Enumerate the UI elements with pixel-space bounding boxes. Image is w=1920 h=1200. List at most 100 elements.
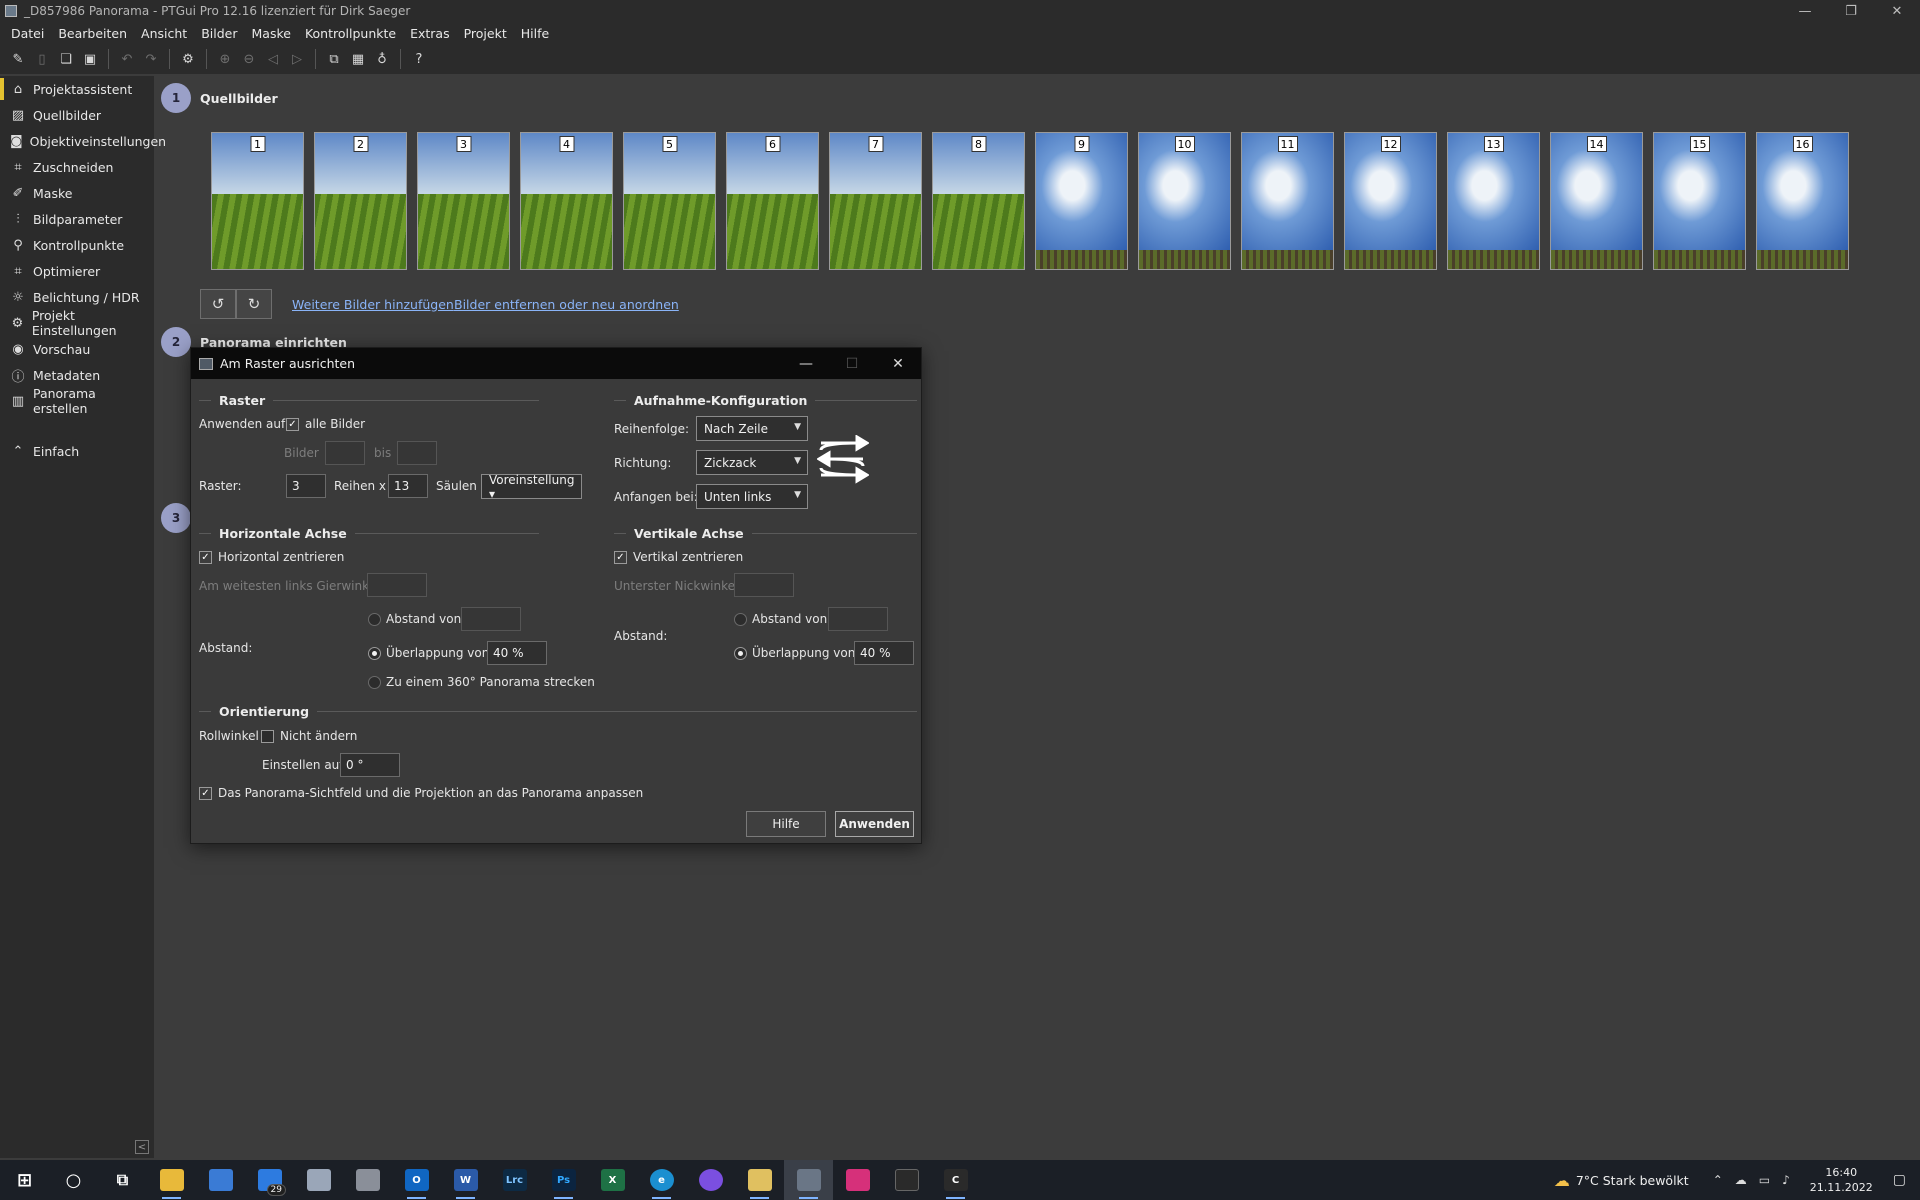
zoom-out-icon[interactable]: ⊖ — [237, 47, 261, 71]
thumbnail[interactable]: 2 — [314, 132, 407, 270]
thumbnail[interactable]: 15 — [1653, 132, 1746, 270]
vertical-overlap-radio[interactable] — [734, 647, 747, 660]
vertical-distance-radio[interactable] — [734, 613, 747, 626]
close-button[interactable]: ✕ — [1874, 0, 1920, 22]
images-to-input[interactable] — [397, 441, 437, 465]
no-change-checkbox[interactable] — [261, 730, 274, 743]
thumbnail[interactable]: 5 — [623, 132, 716, 270]
rotate-right-button[interactable]: ↻ — [236, 289, 272, 319]
zoom-in-icon[interactable]: ⊕ — [213, 47, 237, 71]
remove-reorder-images-link[interactable]: Bilder entfernen oder neu anordnen — [454, 297, 679, 312]
taskbar-app-photoshop[interactable]: Ps — [539, 1160, 588, 1200]
horizontal-distance-radio[interactable] — [368, 613, 381, 626]
thumbnail[interactable]: 14 — [1550, 132, 1643, 270]
new-document-icon[interactable]: ▯ — [30, 47, 54, 71]
thumbnail[interactable]: 9 — [1035, 132, 1128, 270]
thumbnail[interactable]: 11 — [1241, 132, 1334, 270]
taskbar-app-messenger[interactable] — [686, 1160, 735, 1200]
thumbnail[interactable]: 16 — [1756, 132, 1849, 270]
horizontal-overlap-radio[interactable] — [368, 647, 381, 660]
thumbnail[interactable]: 13 — [1447, 132, 1540, 270]
sidebar-item-kontrollpunkte[interactable]: ⚲ Kontrollpunkte — [0, 232, 154, 258]
save-icon[interactable]: ▣ — [78, 47, 102, 71]
undo-icon[interactable]: ↶ — [115, 47, 139, 71]
taskbar-app-word[interactable]: W — [441, 1160, 490, 1200]
sidebar-item-einfach[interactable]: ⌃ Einfach — [0, 438, 154, 464]
menu-ansicht[interactable]: Ansicht — [134, 26, 194, 41]
thumbnail[interactable]: 3 — [417, 132, 510, 270]
taskbar-app[interactable]: C — [931, 1160, 980, 1200]
sidebar-item-panorama-erstellen[interactable]: ▥ Panorama erstellen — [0, 386, 154, 416]
weather-widget[interactable]: ☁ 7°C Stark bewölkt — [1554, 1171, 1689, 1190]
columns-input[interactable]: 13 — [388, 474, 428, 498]
sidebar-item-bildparameter[interactable]: ⫶ Bildparameter — [0, 206, 154, 232]
thumbnail[interactable]: 1 — [211, 132, 304, 270]
apply-button[interactable]: Anwenden — [835, 811, 914, 837]
search-button[interactable]: ○ — [49, 1160, 98, 1200]
thumbnail[interactable]: 12 — [1344, 132, 1437, 270]
thumbnail[interactable]: 4 — [520, 132, 613, 270]
cloud-icon[interactable]: ☁ — [1735, 1173, 1747, 1187]
thumbnail[interactable]: 7 — [829, 132, 922, 270]
order-dropdown[interactable]: Nach Zeile ▼ — [696, 416, 808, 441]
add-images-link[interactable]: Weitere Bilder hinzufügen — [292, 297, 454, 312]
vertical-center-checkbox[interactable]: ✓ — [614, 551, 627, 564]
thumbnail[interactable]: 6 — [726, 132, 819, 270]
menu-extras[interactable]: Extras — [403, 26, 457, 41]
taskbar-app-excel[interactable]: X — [588, 1160, 637, 1200]
stretch-360-radio[interactable] — [368, 676, 381, 689]
menu-kontrollpunkte[interactable]: Kontrollpunkte — [298, 26, 403, 41]
task-view-button[interactable]: ⧉ — [98, 1160, 147, 1200]
taskbar-app[interactable] — [735, 1160, 784, 1200]
next-icon[interactable]: ▷ — [285, 47, 309, 71]
minimize-button[interactable]: — — [1782, 0, 1828, 22]
menu-projekt[interactable]: Projekt — [457, 26, 514, 41]
vertical-distance-input[interactable] — [828, 607, 888, 631]
direction-dropdown[interactable]: Zickzack ▼ — [696, 450, 808, 475]
sidebar-item-quellbilder[interactable]: ▨ Quellbilder — [0, 102, 154, 128]
taskbar-app[interactable] — [294, 1160, 343, 1200]
menu-bearbeiten[interactable]: Bearbeiten — [51, 26, 134, 41]
fit-panorama-checkbox[interactable]: ✓ — [199, 787, 212, 800]
taskbar-app-outlook[interactable]: O — [392, 1160, 441, 1200]
table-icon[interactable]: ▦ — [346, 47, 370, 71]
rotate-left-button[interactable]: ↺ — [200, 289, 236, 319]
sidebar-item-vorschau[interactable]: ◉ Vorschau — [0, 336, 154, 362]
clock[interactable]: 16:40 21.11.2022 — [1810, 1165, 1873, 1195]
sidebar-item-belichtung-hdr[interactable]: ☼ Belichtung / HDR — [0, 284, 154, 310]
images-from-input[interactable] — [325, 441, 365, 465]
taskbar-app-file-explorer[interactable] — [147, 1160, 196, 1200]
taskbar-app-mail[interactable]: 29 — [245, 1160, 294, 1200]
menu-maske[interactable]: Maske — [245, 26, 298, 41]
menu-bilder[interactable]: Bilder — [194, 26, 244, 41]
gear-icon[interactable]: ⚙ — [176, 47, 200, 71]
notification-icon[interactable]: ▢ — [1893, 1172, 1906, 1188]
leftmost-yaw-input[interactable] — [367, 573, 427, 597]
all-images-checkbox[interactable]: ✓ — [286, 418, 299, 431]
sidebar-item-zuschneiden[interactable]: ⌗ Zuschneiden — [0, 154, 154, 180]
new-project-icon[interactable]: ✎ — [6, 47, 30, 71]
start-at-dropdown[interactable]: Unten links ▼ — [696, 484, 808, 509]
sidebar-item-maske[interactable]: ✐ Maske — [0, 180, 154, 206]
lightbulb-icon[interactable]: ♁ — [370, 47, 394, 71]
chevron-up-icon[interactable]: ⌃ — [1713, 1173, 1723, 1187]
lowest-pitch-input[interactable] — [734, 573, 794, 597]
rows-input[interactable]: 3 — [286, 474, 326, 498]
horizontal-overlap-input[interactable]: 40 % — [487, 641, 547, 665]
sidebar-item-projektassistent[interactable]: ⌂ Projektassistent — [0, 76, 154, 102]
help-button[interactable]: Hilfe — [746, 811, 826, 837]
redo-icon[interactable]: ↷ — [139, 47, 163, 71]
horizontal-center-checkbox[interactable]: ✓ — [199, 551, 212, 564]
volume-icon[interactable]: ♪ — [1782, 1173, 1790, 1187]
thumbnail[interactable]: 10 — [1138, 132, 1231, 270]
network-icon[interactable]: ▭ — [1759, 1173, 1770, 1187]
help-icon[interactable]: ? — [407, 47, 431, 71]
sidebar-item-objektiveinstellungen[interactable]: ◙ Objektiveinstellungen — [0, 128, 166, 154]
sidebar-item-projekt-einstellungen[interactable]: ⚙ Projekt Einstellungen — [0, 308, 154, 338]
roll-value-input[interactable]: 0 ° — [340, 753, 400, 777]
panorama-editor-icon[interactable]: ⧉ — [322, 47, 346, 71]
sidebar-item-metadaten[interactable]: ⓘ Metadaten — [0, 362, 154, 388]
duplicate-icon[interactable]: ❏ — [54, 47, 78, 71]
preset-dropdown[interactable]: Voreinstellung ▾ — [481, 473, 582, 501]
taskbar-app[interactable] — [882, 1160, 931, 1200]
